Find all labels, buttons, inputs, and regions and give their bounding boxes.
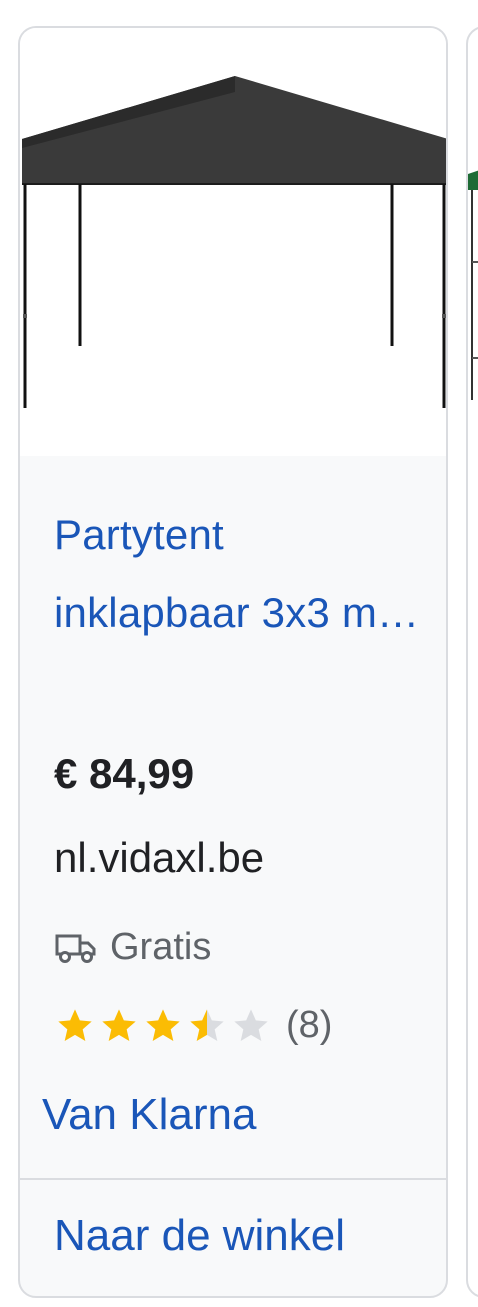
seller-name: nl.vidaxl.be bbox=[54, 834, 265, 881]
klarna-link[interactable]: Van Klarna bbox=[42, 1090, 256, 1140]
shopping-carousel: Partytent inklapbaar 3x3 m… € 84,99 nl.v… bbox=[0, 0, 478, 1307]
product-title[interactable]: Partytent inklapbaar 3x3 m… bbox=[54, 496, 424, 652]
review-count: (8) bbox=[286, 1004, 333, 1046]
star-half-icon bbox=[190, 1008, 224, 1041]
visit-store-button[interactable]: Naar de winkel bbox=[54, 1211, 345, 1261]
product-image[interactable] bbox=[20, 28, 446, 456]
product-card[interactable]: Partytent inklapbaar 3x3 m… € 84,99 nl.v… bbox=[18, 26, 448, 1298]
truck-icon bbox=[54, 932, 98, 964]
star-empty-icon bbox=[234, 1008, 268, 1041]
star-filled-icon bbox=[58, 1008, 92, 1041]
star-rating bbox=[54, 1006, 274, 1046]
star-filled-icon bbox=[146, 1008, 180, 1041]
shipping-info: Gratis bbox=[54, 926, 211, 969]
shipping-label: Gratis bbox=[110, 926, 212, 968]
star-filled-icon bbox=[102, 1008, 136, 1041]
product-price: € 84,99 bbox=[54, 750, 195, 797]
divider bbox=[20, 1178, 446, 1180]
next-product-card[interactable] bbox=[466, 26, 478, 1298]
product-rating: (8) bbox=[54, 1004, 332, 1047]
tent-image bbox=[22, 76, 446, 408]
next-product-image bbox=[468, 170, 478, 400]
